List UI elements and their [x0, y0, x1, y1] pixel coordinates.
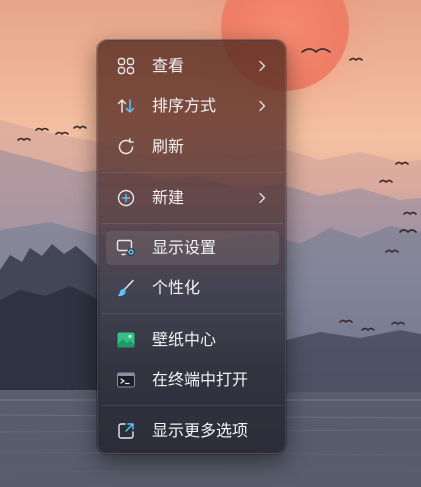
add-circle-icon [116, 188, 136, 208]
menu-separator [102, 405, 283, 406]
menu-item-open-in-terminal[interactable]: 在终端中打开 [106, 363, 279, 397]
menu-item-show-more-options[interactable]: 显示更多选项 [106, 414, 279, 448]
sort-arrows-icon [116, 96, 136, 116]
menu-separator [102, 172, 283, 173]
menu-item-label: 新建 [152, 188, 185, 207]
desktop-context-menu: 查看 排序方式 刷新 新建 显示设置 个性化 壁纸中心 在终端中打开 显示更多选… [97, 40, 286, 454]
desktop-background[interactable]: 查看 排序方式 刷新 新建 显示设置 个性化 壁纸中心 在终端中打开 显示更多选… [0, 0, 421, 487]
menu-item-label: 壁纸中心 [152, 330, 217, 349]
open-external-icon [116, 421, 136, 441]
menu-item-label: 显示设置 [152, 238, 217, 257]
grid-icon [116, 56, 136, 76]
menu-separator [102, 313, 283, 314]
brush-icon [116, 278, 136, 298]
menu-item-label: 显示更多选项 [152, 421, 249, 440]
menu-item-refresh[interactable]: 刷新 [106, 130, 279, 164]
menu-item-view[interactable]: 查看 [106, 49, 279, 83]
menu-item-label: 在终端中打开 [152, 370, 249, 389]
menu-separator [102, 223, 283, 224]
terminal-icon [116, 370, 136, 390]
wallpaper-icon [116, 330, 136, 350]
menu-item-label: 个性化 [152, 278, 201, 297]
menu-item-new[interactable]: 新建 [106, 181, 279, 215]
menu-item-label: 刷新 [152, 137, 185, 156]
menu-item-display-settings[interactable]: 显示设置 [106, 231, 279, 265]
menu-item-label: 查看 [152, 56, 185, 75]
menu-item-label: 排序方式 [152, 96, 217, 115]
chevron-right-icon [255, 59, 269, 73]
menu-item-personalize[interactable]: 个性化 [106, 271, 279, 305]
chevron-right-icon [255, 191, 269, 205]
chevron-right-icon [255, 99, 269, 113]
menu-item-sort-by[interactable]: 排序方式 [106, 89, 279, 123]
refresh-icon [116, 137, 136, 157]
display-settings-icon [116, 238, 136, 258]
menu-item-wallpaper-center[interactable]: 壁纸中心 [106, 323, 279, 357]
